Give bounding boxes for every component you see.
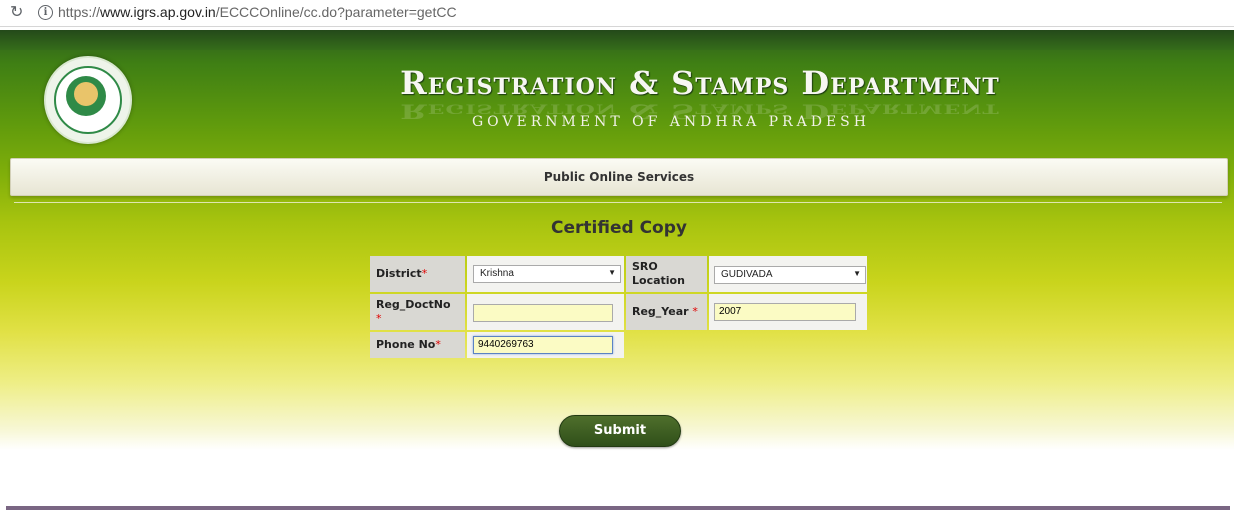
top-strip [0, 30, 1234, 50]
url-host: www.igrs.ap.gov.in [100, 4, 216, 20]
sro-location-select[interactable]: GUDIVADA ▼ [714, 266, 866, 284]
url-text[interactable]: https://www.igrs.ap.gov.in/ECCCOnline/cc… [58, 4, 457, 20]
submit-button[interactable]: Submit [559, 415, 681, 447]
reg-doctno-input[interactable] [473, 304, 613, 322]
sro-label-cell: SRO Location [626, 256, 707, 292]
page-body: Registration & Stamps Department Registr… [0, 30, 1234, 450]
district-selected-value: Krishna [480, 268, 514, 279]
footer-divider [6, 506, 1230, 510]
district-label-cell: District* [370, 256, 465, 292]
district-label: District [376, 267, 422, 280]
required-mark: * [692, 305, 698, 318]
info-icon[interactable]: i [38, 5, 53, 20]
reg-year-input[interactable]: 2007 [714, 303, 856, 321]
regyear-label: Reg_Year [632, 305, 689, 318]
url-prefix: https:// [58, 4, 101, 20]
sro-label: SRO Location [632, 260, 685, 287]
phone-field-cell: 9440269763 [467, 332, 624, 358]
required-mark: * [435, 338, 441, 351]
phone-no-input[interactable]: 9440269763 [473, 336, 613, 354]
nav-bar: Public Online Services [10, 158, 1228, 196]
regyear-label-cell: Reg_Year * [626, 294, 707, 330]
dropdown-arrow-icon: ▼ [853, 269, 861, 278]
department-title: Registration & Stamps Department [400, 64, 1000, 102]
doctno-label-cell: Reg_DoctNo * [370, 294, 465, 330]
phone-label-cell: Phone No* [370, 332, 465, 358]
divider [14, 202, 1222, 203]
reload-icon[interactable]: ↻ [10, 2, 23, 21]
district-field-cell: Krishna ▼ [467, 256, 624, 292]
phone-label: Phone No [376, 338, 436, 351]
sro-field-cell: GUDIVADA ▼ [709, 256, 867, 292]
doctno-label: Reg_DoctNo [376, 298, 451, 311]
required-mark: * [376, 312, 382, 325]
sro-selected-value: GUDIVADA [721, 269, 773, 280]
url-path: /ECCCOnline/cc.do?parameter=getCC [215, 4, 457, 20]
dropdown-arrow-icon: ▼ [608, 268, 616, 277]
district-select[interactable]: Krishna ▼ [473, 265, 621, 283]
browser-address-bar: ↻ i https://www.igrs.ap.gov.in/ECCCOnlin… [0, 0, 1234, 27]
page-heading: Certified Copy [551, 218, 687, 238]
doctno-field-cell [467, 294, 624, 330]
nav-public-online-services[interactable]: Public Online Services [11, 159, 1227, 195]
government-subtitle: GOVERNMENT OF ANDHRA PRADESH [472, 114, 870, 130]
required-mark: * [421, 267, 428, 280]
regyear-field-cell: 2007 [709, 294, 867, 330]
